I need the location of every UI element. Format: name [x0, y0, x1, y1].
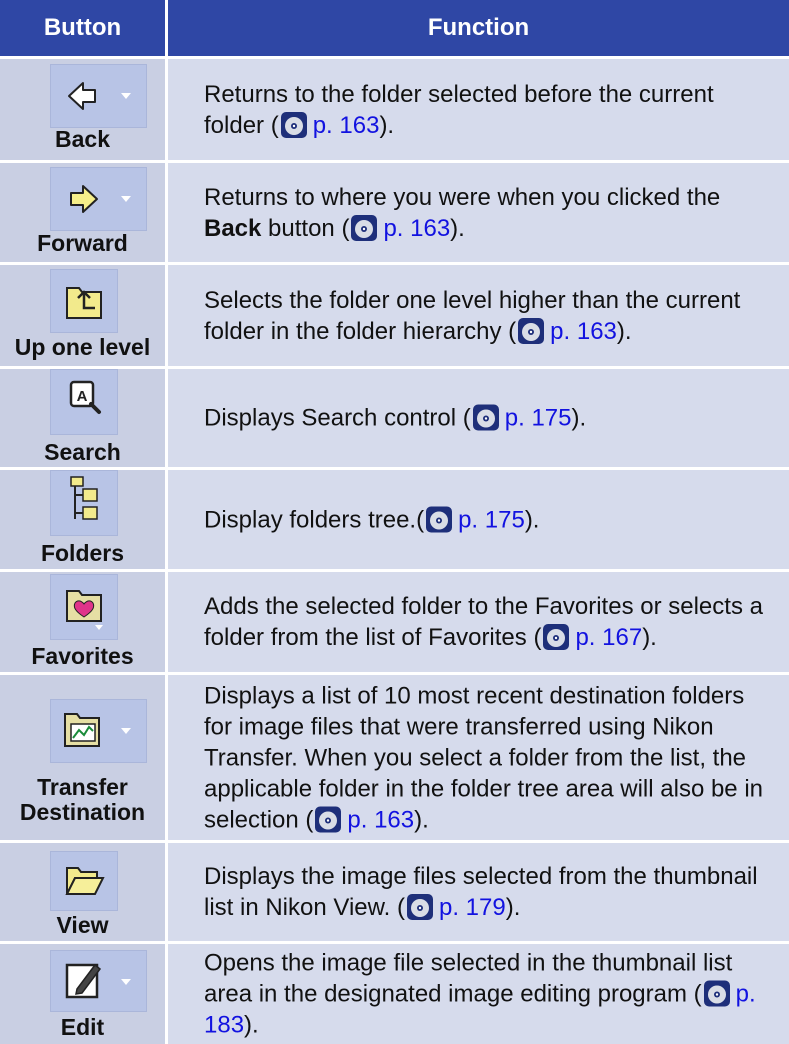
up-one-level-button[interactable] — [50, 269, 118, 333]
function-description: Adds the selected folder to the Favorite… — [204, 593, 763, 651]
function-cell: Returns to where you were when you click… — [168, 163, 789, 262]
cd-reference-icon — [280, 111, 307, 138]
back-button[interactable] — [50, 64, 147, 128]
open-folder-icon — [65, 867, 105, 895]
function-cell: Returns to the folder selected before th… — [168, 59, 789, 160]
folder-tree-icon — [70, 476, 98, 520]
table-row: Folders Display folders tree.(p. 175). — [0, 470, 789, 569]
table-row: Forward Returns to where you were when y… — [0, 163, 789, 262]
function-cell: Displays the image files selected from t… — [168, 843, 789, 941]
button-cell: Up one level — [0, 265, 165, 366]
button-cell: A Search — [0, 369, 165, 467]
edit-icon — [65, 963, 131, 999]
page-reference-link[interactable]: p. 175 — [505, 405, 572, 432]
button-cell: View — [0, 843, 165, 941]
page-reference-link[interactable]: p. 163 — [313, 112, 380, 139]
button-label: View — [56, 912, 109, 938]
button-label-line2: Destination — [19, 799, 146, 825]
function-cell: Selects the folder one level higher than… — [168, 265, 789, 366]
button-cell: Folders — [0, 470, 165, 569]
cd-reference-icon — [406, 894, 433, 920]
cd-reference-icon — [472, 404, 499, 431]
button-label-line1: Transfer — [37, 774, 128, 800]
function-cell: Opens the image file selected in the thu… — [168, 944, 789, 1044]
cd-reference-icon — [703, 980, 730, 1007]
transfer-destination-button[interactable] — [50, 699, 147, 763]
button-label: Folders — [40, 540, 125, 566]
cd-reference-icon — [426, 506, 453, 532]
button-cell: Edit — [0, 944, 165, 1044]
table-row: Transfer Destination Displays a list of … — [0, 675, 789, 840]
transfer-destination-icon — [64, 713, 131, 747]
forward-arrow-icon — [70, 185, 131, 213]
up-folder-icon — [66, 287, 102, 319]
favorites-button[interactable] — [50, 574, 118, 640]
button-cell: Transfer Destination — [0, 675, 165, 840]
function-description: Selects the folder one level higher than… — [204, 286, 741, 345]
button-label: Search — [44, 439, 121, 465]
back-arrow-icon — [68, 82, 131, 110]
function-description: Opens the image file selected in the thu… — [204, 949, 756, 1039]
button-cell: Back — [0, 59, 165, 160]
table-row: Edit Opens the image file selected in th… — [0, 944, 789, 1044]
button-label: Forward — [37, 230, 128, 256]
table-row: Favorites Adds the selected folder to th… — [0, 572, 789, 672]
cd-reference-icon — [518, 317, 545, 344]
header-function: Function — [168, 0, 789, 56]
button-label: Edit — [60, 1014, 105, 1040]
function-description: Display folders tree.(p. 175). — [204, 506, 540, 533]
edit-button[interactable] — [50, 950, 147, 1012]
function-cell: Display folders tree.(p. 175). — [168, 470, 789, 569]
cd-reference-icon — [351, 214, 378, 241]
header-button: Button — [0, 0, 165, 56]
search-button[interactable]: A — [50, 369, 118, 435]
cd-reference-icon — [315, 806, 342, 832]
function-description: Displays the image files selected from t… — [204, 863, 758, 921]
function-description: Returns to the folder selected before th… — [204, 80, 714, 139]
forward-button[interactable] — [50, 167, 147, 231]
svg-text:A: A — [77, 388, 88, 405]
table-row: Up one level Selects the folder one leve… — [0, 265, 789, 366]
button-label: Back — [55, 126, 110, 152]
table-row: A Search Displays Search control (p. 175… — [0, 369, 789, 467]
page-reference-link[interactable]: p. 163 — [347, 806, 414, 833]
button-cell: Forward — [0, 163, 165, 262]
page-reference-link[interactable]: p. 179 — [439, 894, 506, 921]
search-icon: A — [69, 380, 101, 414]
button-cell: Favorites — [0, 572, 165, 672]
page-reference-link[interactable]: p. 175 — [458, 506, 525, 533]
table-row: Back Returns to the folder selected befo… — [0, 59, 789, 160]
page-reference-link[interactable]: p. 163 — [383, 215, 450, 242]
cd-reference-icon — [543, 624, 570, 650]
button-label: Favorites — [31, 643, 134, 669]
folders-button[interactable] — [50, 470, 118, 536]
function-description: Displays a list of 10 most recent destin… — [204, 682, 763, 833]
view-button[interactable] — [50, 851, 118, 911]
page-reference-link[interactable]: p. 163 — [550, 318, 617, 345]
function-cell: Adds the selected folder to the Favorite… — [168, 572, 789, 672]
function-description: Displays Search control (p. 175). — [204, 404, 587, 432]
function-description: Returns to where you were when you click… — [204, 183, 721, 242]
function-cell: Displays a list of 10 most recent destin… — [168, 675, 789, 840]
function-cell: Displays Search control (p. 175). — [168, 369, 789, 467]
button-label: Up one level — [14, 334, 151, 360]
favorites-icon — [66, 590, 103, 630]
table-row: View Displays the image files selected f… — [0, 843, 789, 941]
page-reference-link[interactable]: p. 167 — [575, 624, 642, 651]
